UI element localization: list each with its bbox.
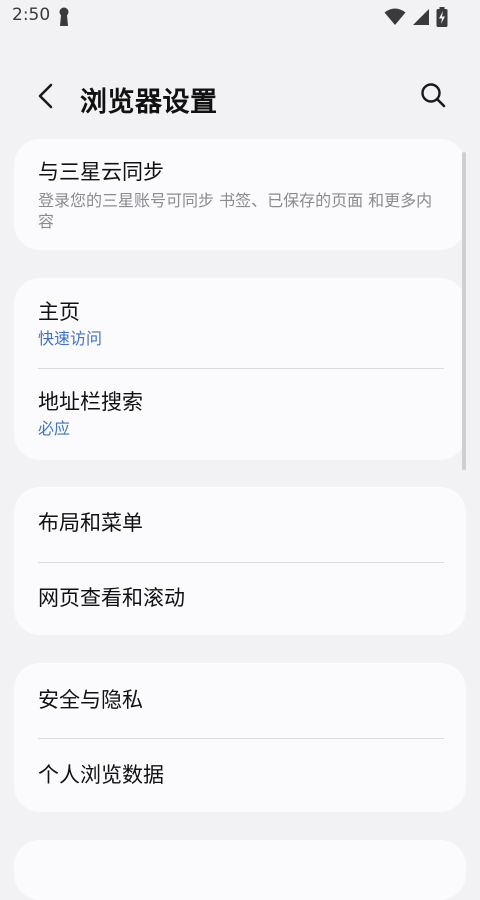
battery-charging-icon (436, 7, 448, 31)
list-item-title: 主页 (38, 300, 80, 324)
layout-and-menus-item[interactable]: 布局和菜单 (14, 509, 466, 537)
list-item-value: 必应 (38, 419, 71, 438)
sync-card: 与三星云同步 登录您的三星账号可同步 书签、已保存的页面 和更多内容 (14, 139, 466, 250)
chevron-left-icon (36, 82, 56, 114)
wifi-icon (384, 8, 406, 30)
status-icons (384, 7, 448, 31)
divider (38, 368, 444, 369)
back-button[interactable] (30, 82, 62, 114)
status-bar: 2:50 (0, 0, 480, 34)
page-view-and-scroll-item[interactable]: 网页查看和滚动 (14, 584, 466, 612)
list-item-title: 地址栏搜索 (38, 390, 143, 414)
next-card (14, 840, 466, 900)
privacy-card: 安全与隐私 个人浏览数据 (14, 663, 466, 812)
list-item-title: 网页查看和滚动 (38, 586, 185, 610)
privacy-and-security-item[interactable]: 安全与隐私 (14, 686, 466, 714)
cell-signal-icon (412, 8, 430, 30)
home-search-card: 主页 快速访问 地址栏搜索 必应 (14, 278, 466, 460)
app-bar: 浏览器设置 (0, 72, 480, 124)
divider (38, 738, 444, 739)
page-title: 浏览器设置 (80, 87, 218, 118)
list-item-title: 与三星云同步 (38, 160, 164, 184)
search-icon (420, 82, 446, 112)
list-item-value: 快速访问 (38, 329, 103, 348)
layout-card: 布局和菜单 网页查看和滚动 (14, 487, 466, 635)
sync-with-samsung-cloud-item[interactable]: 与三星云同步 登录您的三星账号可同步 书签、已保存的页面 和更多内容 (14, 158, 466, 232)
keyhole-icon (58, 7, 70, 31)
personal-browsing-data-item[interactable]: 个人浏览数据 (14, 761, 466, 789)
list-item-title: 个人浏览数据 (38, 763, 164, 787)
list-item-title: 安全与隐私 (38, 688, 143, 712)
search-button[interactable] (416, 80, 450, 114)
status-time: 2:50 (12, 5, 51, 25)
address-bar-search-item[interactable]: 地址栏搜索 必应 (14, 388, 466, 439)
divider (38, 562, 444, 563)
list-item-subtitle: 登录您的三星账号可同步 书签、已保存的页面 和更多内容 (38, 191, 433, 231)
scrollbar[interactable] (462, 152, 466, 470)
home-page-item[interactable]: 主页 快速访问 (14, 298, 466, 349)
list-item-title: 布局和菜单 (38, 511, 143, 535)
